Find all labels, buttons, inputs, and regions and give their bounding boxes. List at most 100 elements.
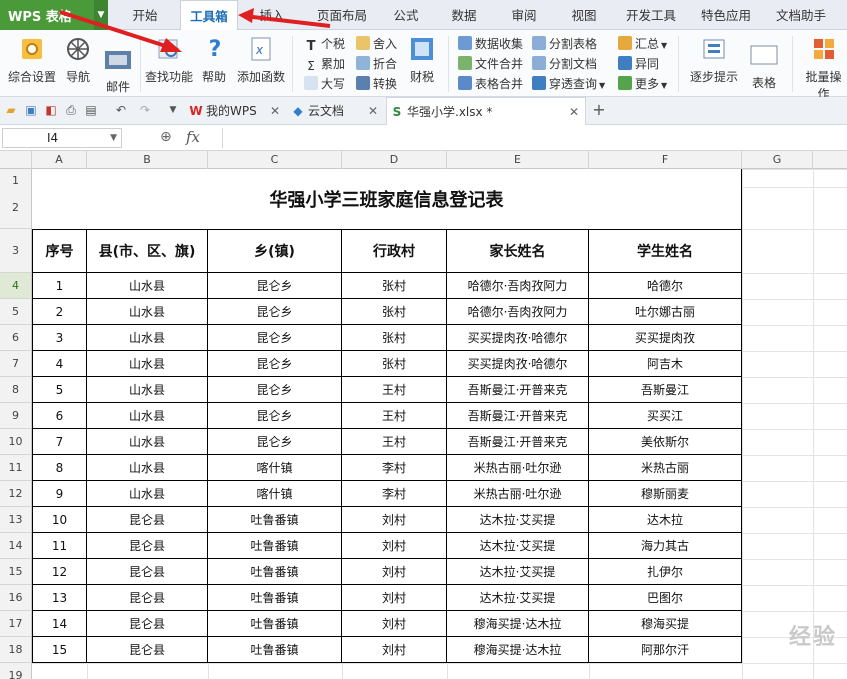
insert-function-icon[interactable]: fx bbox=[186, 128, 200, 146]
data-cell[interactable]: 阿吉木 bbox=[589, 351, 742, 377]
data-cell[interactable]: 山水县 bbox=[87, 299, 208, 325]
row-header[interactable]: 8 bbox=[0, 377, 32, 403]
row-header[interactable]: 4 bbox=[0, 273, 32, 299]
data-cell[interactable]: 美依斯尔 bbox=[589, 429, 742, 455]
tax-button[interactable]: T 个税 bbox=[304, 34, 345, 54]
data-cell[interactable]: 穆海买提·达木拉 bbox=[447, 637, 589, 663]
tab-8[interactable]: 开发工具 bbox=[620, 0, 682, 30]
data-cell[interactable]: 张村 bbox=[342, 325, 447, 351]
data-cell[interactable]: 张村 bbox=[342, 273, 447, 299]
data-cell[interactable]: 昆仑县 bbox=[87, 637, 208, 663]
data-collect-button[interactable]: 数据收集 bbox=[458, 34, 523, 54]
data-cell[interactable]: 5 bbox=[32, 377, 87, 403]
data-cell[interactable]: 刘村 bbox=[342, 533, 447, 559]
data-cell[interactable]: 11 bbox=[32, 533, 87, 559]
save-icon[interactable]: ▣ bbox=[24, 103, 38, 117]
more-button[interactable]: 更多 ▼ bbox=[618, 74, 667, 94]
chevron-down-icon[interactable]: ▼ bbox=[599, 81, 605, 90]
tab-7[interactable]: 视图 bbox=[560, 0, 608, 30]
tab-3[interactable]: 页面布局 bbox=[306, 0, 378, 30]
summary-button[interactable]: 汇总 ▼ bbox=[618, 34, 667, 54]
row-header[interactable]: 5 bbox=[0, 299, 32, 325]
data-cell[interactable]: 山水县 bbox=[87, 455, 208, 481]
data-cell[interactable]: 7 bbox=[32, 429, 87, 455]
convert-rate-button[interactable]: 折合 bbox=[356, 54, 397, 74]
data-cell[interactable]: 哈德尔·吾肉孜阿力 bbox=[447, 299, 589, 325]
data-cell[interactable]: 昆仑县 bbox=[87, 559, 208, 585]
close-icon[interactable]: ✕ bbox=[569, 98, 579, 126]
data-cell[interactable]: 达木拉·艾买提 bbox=[447, 559, 589, 585]
row-header[interactable]: 13 bbox=[0, 507, 32, 533]
data-cell[interactable]: 吾斯曼江·开普来克 bbox=[447, 377, 589, 403]
data-cell[interactable]: 昆仑乡 bbox=[208, 429, 342, 455]
data-cell[interactable]: 吐鲁番镇 bbox=[208, 533, 342, 559]
row-header[interactable]: 12 bbox=[0, 481, 32, 507]
find-function-button[interactable]: 查找功能 bbox=[142, 34, 196, 85]
data-cell[interactable]: 刘村 bbox=[342, 559, 447, 585]
tab-6[interactable]: 审阅 bbox=[500, 0, 548, 30]
navigate-button[interactable]: 导航 bbox=[62, 34, 94, 85]
data-cell[interactable]: 吾斯曼江 bbox=[589, 377, 742, 403]
data-cell[interactable]: 张村 bbox=[342, 299, 447, 325]
batch-button[interactable]: 批量操作 bbox=[800, 34, 847, 102]
add-function-button[interactable]: x 添加函数 bbox=[234, 34, 288, 85]
header-cell[interactable]: 县(市、区、旗) bbox=[87, 229, 208, 273]
data-cell[interactable]: 山水县 bbox=[87, 403, 208, 429]
data-cell[interactable]: 王村 bbox=[342, 403, 447, 429]
header-cell[interactable]: 家长姓名 bbox=[447, 229, 589, 273]
data-cell[interactable]: 穆海买提 bbox=[589, 611, 742, 637]
tab-my-wps[interactable]: W 我的WPS ✕ bbox=[186, 97, 286, 125]
spreadsheet-grid[interactable]: ABCDEFG 1 2 3 4 5 6 7 8 9 10 11 12 13 14 15 16 17 18 19 华强… bbox=[0, 151, 847, 679]
chevron-down-icon[interactable]: ▼ bbox=[661, 81, 667, 90]
chevron-down-icon[interactable]: ▼ bbox=[661, 41, 667, 50]
header-cell[interactable]: 行政村 bbox=[342, 229, 447, 273]
data-cell[interactable]: 3 bbox=[32, 325, 87, 351]
data-cell[interactable]: 李村 bbox=[342, 481, 447, 507]
data-cell[interactable]: 王村 bbox=[342, 429, 447, 455]
data-cell[interactable]: 王村 bbox=[342, 377, 447, 403]
data-cell[interactable]: 9 bbox=[32, 481, 87, 507]
data-cell[interactable]: 4 bbox=[32, 351, 87, 377]
data-cell[interactable]: 达木拉·艾买提 bbox=[447, 507, 589, 533]
redo-icon[interactable]: ↷ bbox=[138, 103, 152, 117]
data-cell[interactable]: 刘村 bbox=[342, 637, 447, 663]
data-cell[interactable]: 昆仑县 bbox=[87, 533, 208, 559]
data-cell[interactable]: 13 bbox=[32, 585, 87, 611]
data-cell[interactable]: 山水县 bbox=[87, 273, 208, 299]
data-cell[interactable]: 张村 bbox=[342, 351, 447, 377]
tab-2[interactable]: 插入 bbox=[250, 0, 294, 30]
data-cell[interactable]: 昆仑乡 bbox=[208, 403, 342, 429]
column-header[interactable]: C bbox=[208, 151, 342, 169]
data-cell[interactable]: 14 bbox=[32, 611, 87, 637]
row-header[interactable]: 17 bbox=[0, 611, 32, 637]
row-header[interactable]: 11 bbox=[0, 455, 32, 481]
header-cell[interactable]: 乡(镇) bbox=[208, 229, 342, 273]
row-header[interactable]: 6 bbox=[0, 325, 32, 351]
chevron-down-icon[interactable]: ▼ bbox=[110, 129, 117, 147]
split-table-button[interactable]: 分割表格 bbox=[532, 34, 597, 54]
data-cell[interactable]: 山水县 bbox=[87, 351, 208, 377]
tab-4[interactable]: 公式 bbox=[384, 0, 428, 30]
data-cell[interactable]: 山水县 bbox=[87, 325, 208, 351]
header-cell[interactable]: 序号 bbox=[32, 229, 87, 273]
add-tab-icon[interactable]: + bbox=[592, 102, 606, 118]
print-preview-icon[interactable]: ▤ bbox=[84, 103, 98, 117]
file-merge-button[interactable]: 文件合并 bbox=[458, 54, 523, 74]
settings-button[interactable]: 综合设置 bbox=[6, 34, 58, 85]
data-cell[interactable]: 6 bbox=[32, 403, 87, 429]
tab-1[interactable]: 工具箱 bbox=[180, 0, 238, 31]
accumulate-button[interactable]: Σ 累加 bbox=[304, 54, 345, 74]
undo-icon[interactable]: ↶ bbox=[114, 103, 128, 117]
data-cell[interactable]: 15 bbox=[32, 637, 87, 663]
sheet-title[interactable]: 华强小学三班家庭信息登记表 bbox=[32, 169, 742, 229]
print-icon[interactable]: ⎙ bbox=[64, 103, 78, 117]
data-cell[interactable]: 米热古丽 bbox=[589, 455, 742, 481]
tab-active-workbook[interactable]: S 华强小学.xlsx * ✕ bbox=[386, 97, 586, 126]
data-cell[interactable]: 买买提肉孜·哈德尔 bbox=[447, 325, 589, 351]
data-cell[interactable]: 昆仑乡 bbox=[208, 325, 342, 351]
data-cell[interactable]: 吐鲁番镇 bbox=[208, 559, 342, 585]
tab-cloud-docs[interactable]: ◆ 云文档 ✕ bbox=[288, 97, 384, 125]
row-header[interactable]: 18 bbox=[0, 637, 32, 663]
data-cell[interactable]: 刘村 bbox=[342, 611, 447, 637]
drill-query-button[interactable]: 穿透查询 ▼ bbox=[532, 74, 605, 94]
